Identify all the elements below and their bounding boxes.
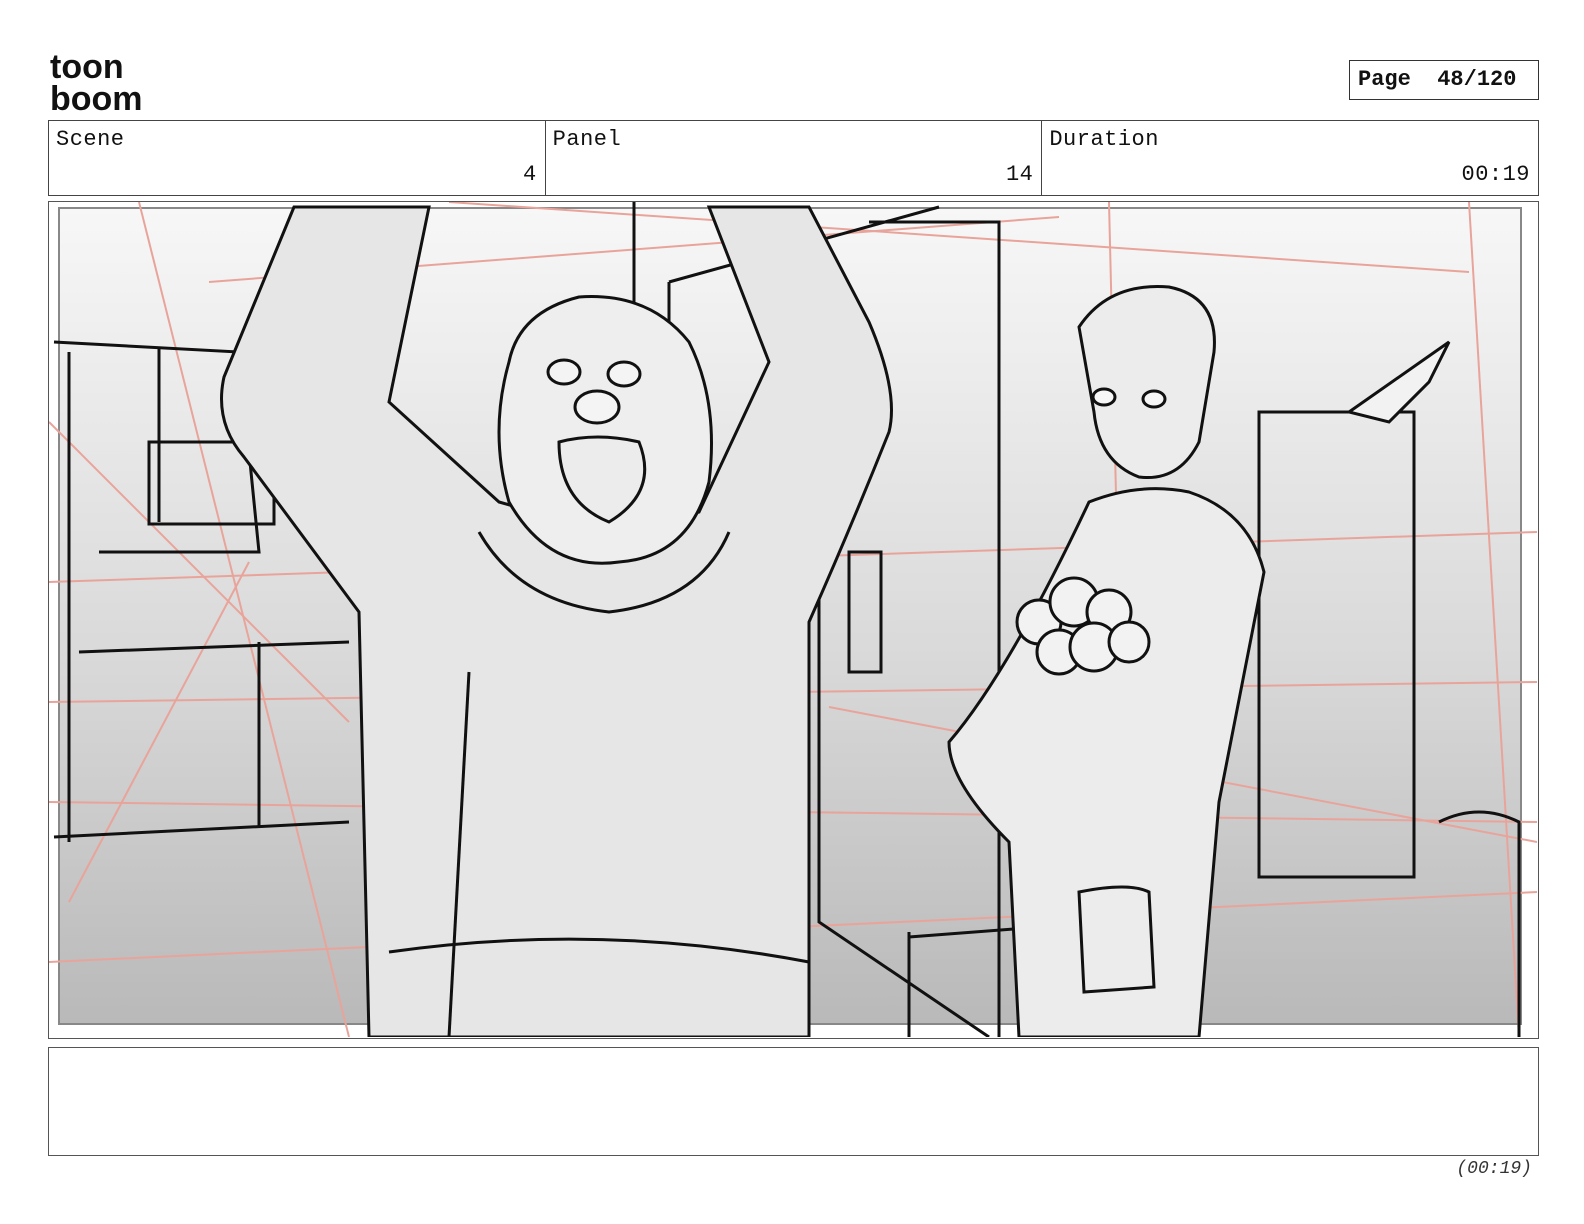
storyboard-frame <box>48 201 1539 1039</box>
toonboom-logo: toon boom <box>50 48 166 118</box>
duration-label: Duration <box>1049 127 1159 152</box>
page-label: Page <box>1358 67 1411 92</box>
panel-label: Panel <box>552 127 622 152</box>
notes-box <box>48 1047 1539 1156</box>
panel-value: 14 <box>1005 162 1034 187</box>
duration-cell: Duration 00:19 <box>1042 121 1538 195</box>
scene-value: 4 <box>522 162 537 187</box>
footer-duration: (00:19) <box>1456 1159 1532 1179</box>
page-number: 48/120 <box>1437 67 1517 92</box>
scene-label: Scene <box>56 127 125 152</box>
duration-value: 00:19 <box>1461 162 1531 187</box>
page-indicator: Page 48/120 <box>1349 60 1539 100</box>
storyboard-sketch <box>49 202 1537 1037</box>
scene-cell: Scene 4 <box>49 121 546 195</box>
panel-cell: Panel 14 <box>546 121 1043 195</box>
panel-info-header: Scene 4 Panel 14 Duration 00:19 <box>48 120 1539 196</box>
logo-line-2: boom <box>50 80 143 114</box>
